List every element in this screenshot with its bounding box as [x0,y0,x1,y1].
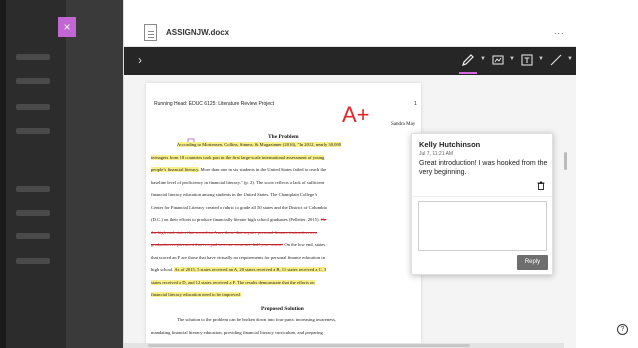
reply-button[interactable]: Reply [517,255,548,270]
line-text: On the low end, states [283,242,326,247]
author-name: Sandra May [391,122,416,127]
comment-body: Great introduction! I was hooked from th… [419,160,548,176]
comment-author: Kelly Hutchinson [419,140,481,149]
document-line: The solution to the problem can be broke… [151,316,413,323]
comment-timestamp: Jul 7, 11:21 AM [419,151,454,157]
app-root: × ASSIGNJW.docx ... › ▼ ▼ ▼ ▼ Running He… [0,0,638,348]
line-text: baseline level of proficiency in financi… [151,179,325,185]
line-text: The solution to the problem can be broke… [177,317,336,322]
page-number: 1 [414,101,417,107]
line-text: that scored an F are those that have vir… [151,254,325,260]
active-tool-indicator [459,72,477,74]
highlighted-text: states received a D, and 12 states recei… [151,279,315,285]
dimmed-background-inner [66,0,123,348]
highlighted-text: As of 2015, 5 states received an A, 20 s… [174,267,327,272]
horizontal-scrollbar-thumb[interactable] [148,344,470,347]
stamp-options-caret[interactable]: ▼ [509,56,515,62]
running-head: Running Head: EDUC 6125: Literature Revi… [154,101,275,107]
struck-text: the high end, states that scored an A ar… [151,229,317,235]
comment-popup: Kelly Hutchinson Jul 7, 11:21 AM Great i… [411,133,553,275]
highlighted-text: people’s financial literacy. [151,167,200,172]
document-line: baseline level of proficiency in financi… [151,179,413,186]
reply-input[interactable] [418,201,547,251]
highlighted-text: teenagers from 18 countries took part in… [151,154,325,160]
solution-heading: Proposed Solution [261,306,304,312]
struck-text: On [320,217,327,222]
delete-comment-icon[interactable] [537,181,545,190]
stamp-icon[interactable] [490,52,506,68]
highlighted-text: According to Mortensen, Collins, Simms, … [177,142,342,147]
document-line: financial literacy education need to be … [151,291,413,298]
document-line: that scored an F are those that have vir… [151,254,413,261]
comment-divider [412,196,552,197]
pen-options-caret[interactable]: ▼ [480,56,486,62]
file-name: ASSIGNJW.docx [166,28,230,37]
dimmed-background [6,0,66,348]
line-text: More than one in six students in the Uni… [199,167,327,172]
grade-annotation[interactable]: A+ [340,98,386,126]
highlighted-text: financial literacy education need to be … [151,292,241,297]
problem-heading: The Problem [268,134,299,140]
line-text: (D.C.) on their efforts to produce finan… [151,217,321,222]
line-text: high school. [151,267,175,272]
document-line: teenagers from 18 countries took part in… [151,154,413,161]
document-page[interactable]: Running Head: EDUC 6125: Literature Revi… [146,83,421,348]
line-text: mandating financial literacy education, … [151,329,323,335]
line-text: financial literacy education among stude… [151,192,318,197]
close-panel-button[interactable]: × [58,17,76,37]
document-line: high school. As of 2015, 5 states receiv… [151,266,413,273]
document-line: graduation requirement that is equal to … [151,241,413,248]
line-icon[interactable] [548,52,564,68]
struck-text: graduation requirement that is equal to … [151,242,284,247]
text-icon[interactable] [519,52,535,68]
text-options-caret[interactable]: ▼ [538,56,544,62]
document-line: financial literacy education among stude… [151,191,413,198]
document-file-icon [144,24,157,41]
document-line: states received a D, and 12 states recei… [151,279,413,286]
help-icon[interactable]: ? [617,324,628,335]
document-line: According to Mortensen, Collins, Simms, … [151,141,413,148]
file-header: ASSIGNJW.docx ... [124,0,576,47]
document-line: mandating financial literacy education, … [151,329,413,336]
document-line: (D.C.) on their efforts to produce finan… [151,216,413,223]
vertical-scrollbar[interactable] [564,152,567,170]
document-line: people’s financial literacy. More than o… [151,166,413,173]
line-text: Center for Financial Literacy created a … [151,204,327,210]
expand-sidebar-button[interactable]: › [138,53,142,67]
document-line: Center for Financial Literacy created a … [151,204,413,211]
annotation-toolbar: › ▼ ▼ ▼ ▼ [124,47,576,75]
pen-icon[interactable] [460,52,476,68]
grade-text: A+ [342,102,370,126]
close-icon: × [63,20,71,34]
document-line: the high end, states that scored an A ar… [151,229,413,236]
line-options-caret[interactable]: ▼ [567,56,573,62]
more-options-button[interactable]: ... [554,26,565,36]
